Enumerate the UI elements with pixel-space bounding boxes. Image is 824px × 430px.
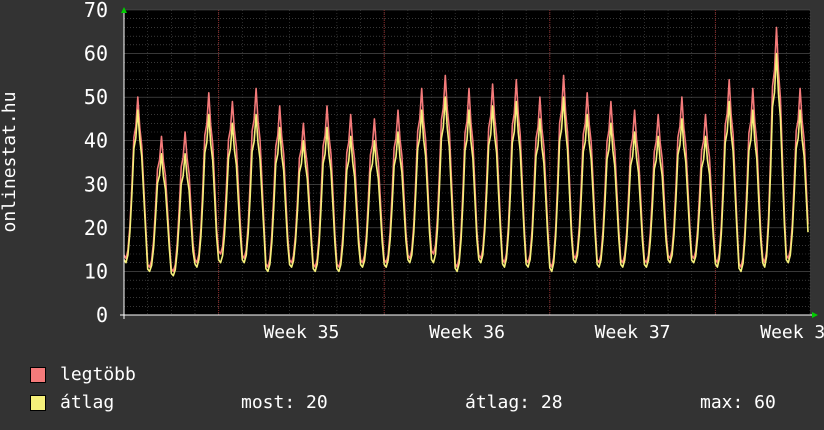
legend-item-atlag: átlag xyxy=(30,392,114,413)
legend-item-legtobb: legtöbb xyxy=(30,364,136,385)
y-tick-label: 60 xyxy=(84,42,108,66)
legend-label: legtöbb xyxy=(60,364,136,385)
y-tick-label: 50 xyxy=(84,85,108,109)
stat-most: most: 20 xyxy=(241,392,328,413)
stat-atlag: átlag: 28 xyxy=(465,392,563,413)
y-tick-label: 70 xyxy=(84,0,108,22)
stat-max: max: 60 xyxy=(700,392,776,413)
x-axis-arrow xyxy=(812,312,818,318)
legend-label: átlag xyxy=(60,392,115,413)
y-tick-label: 20 xyxy=(84,216,108,240)
y-axis-label: onlinestat.hu xyxy=(0,91,20,233)
y-tick-label: 10 xyxy=(84,259,108,283)
x-tick-label: Week 36 xyxy=(429,322,505,343)
legend-swatch xyxy=(30,394,46,411)
y-tick-label: 30 xyxy=(84,172,108,196)
x-tick-label: Week 35 xyxy=(263,322,339,343)
y-tick-labels: 0 10 20 30 40 50 60 70 xyxy=(84,0,108,327)
x-tick-labels: Week 35 Week 36 Week 37 Week 38 xyxy=(263,322,824,343)
y-tick-label: 40 xyxy=(84,129,108,153)
chart: 010203040506070 Week 35 Week 36 Week 37 Wee… xyxy=(84,0,824,343)
y-tick-label: 0 xyxy=(96,303,108,327)
x-tick-label: Week 37 xyxy=(595,322,671,343)
x-tick-label: Week 38 xyxy=(760,322,824,343)
legend-swatch xyxy=(30,366,46,383)
